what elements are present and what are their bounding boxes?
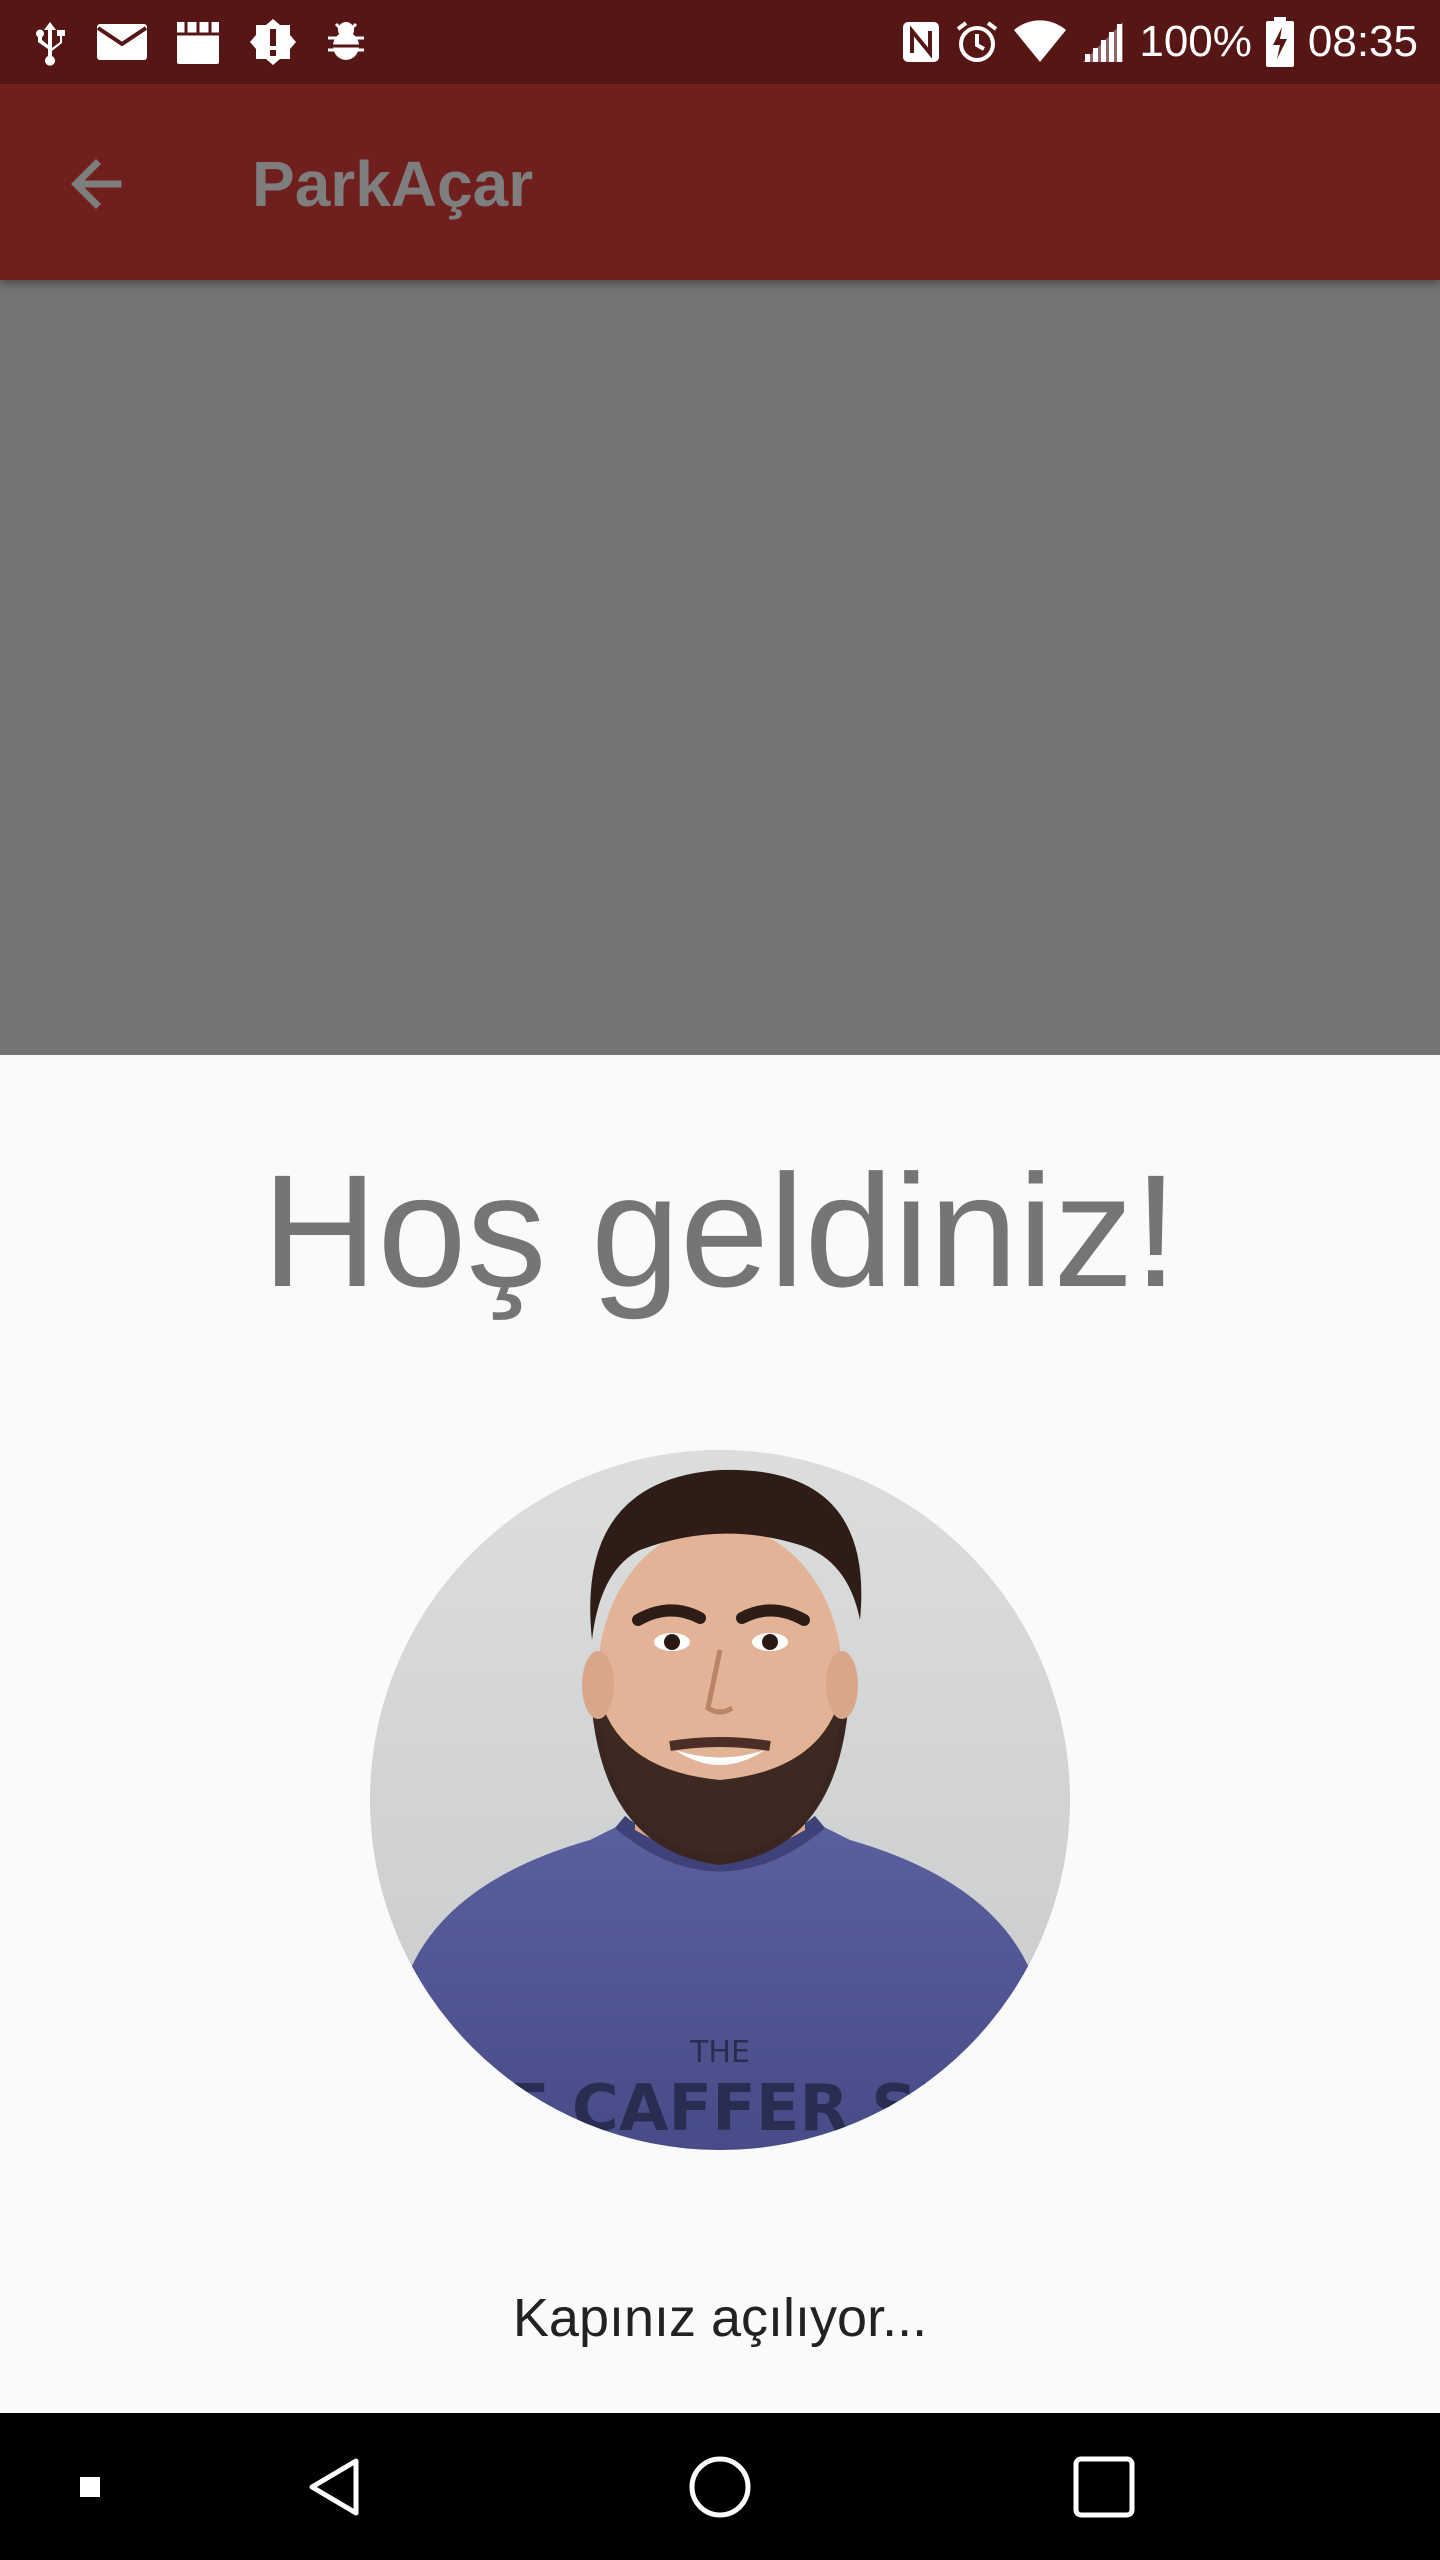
recents-square-icon <box>1073 2456 1135 2517</box>
small-square-button[interactable] <box>60 2413 120 2560</box>
door-opening-message: Kapınız açılıyor... <box>512 2288 928 2348</box>
status-system-icons: 100% 08:35 <box>901 10 1418 74</box>
wifi-icon <box>1013 20 1067 64</box>
navigation-bar <box>0 2413 1440 2560</box>
dim-overlay <box>0 280 1440 1055</box>
welcome-title: Hoş geldiniz! <box>261 1141 1178 1320</box>
status-notification-icons <box>30 14 368 70</box>
nfc-icon <box>901 20 941 64</box>
store-icon <box>174 18 222 66</box>
home-circle-icon <box>689 2456 751 2517</box>
avatar: THE THE CAFFER SKLI <box>370 1450 1070 2150</box>
app-title: ParkAçar <box>252 148 534 220</box>
back-nav-button[interactable] <box>276 2413 396 2560</box>
app-bar: ParkAçar <box>0 84 1440 280</box>
alarm-icon <box>955 20 999 64</box>
usb-icon <box>30 18 70 66</box>
battery-percentage: 100% <box>1139 17 1252 66</box>
profile-photo: THE THE CAFFER SKLI <box>370 1450 1070 2150</box>
status-bar: 100% 08:35 <box>0 0 1440 84</box>
battery-charging-icon <box>1265 17 1294 67</box>
welcome-panel: Hoş geldiniz! THE THE CAFFER SKLI Kapını… <box>0 1055 1440 2413</box>
home-nav-button[interactable] <box>660 2413 780 2560</box>
clock: 08:35 <box>1307 17 1418 66</box>
signal-icon <box>1081 20 1125 64</box>
back-triangle-icon <box>309 2458 359 2515</box>
shirt-print: THE CAFFER SKLI <box>409 2072 1032 2146</box>
screen: 100% 08:35 ParkAçar Hoş geldiniz! THE TH… <box>0 0 1440 2560</box>
mail-icon <box>96 22 148 62</box>
back-button[interactable] <box>54 142 138 226</box>
bug-icon <box>324 20 368 64</box>
alert-icon <box>248 17 298 67</box>
arrow-left-icon <box>71 159 122 209</box>
recents-nav-button[interactable] <box>1044 2413 1164 2560</box>
svg-text:THE: THE <box>689 2035 750 2070</box>
small-square-icon <box>80 2476 100 2497</box>
